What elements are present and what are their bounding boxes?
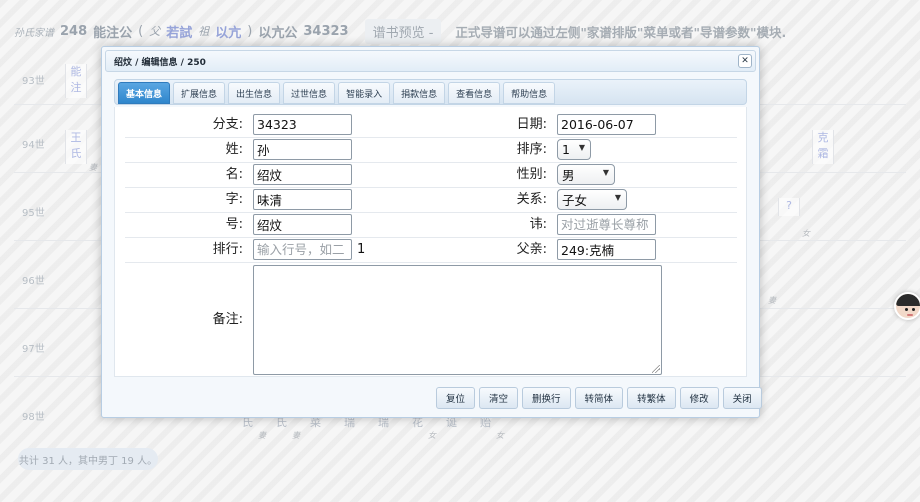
tab-death-info[interactable]: 过世信息 — [283, 82, 336, 104]
background-header: 孙氏家谱 248 能注公 ( 父 若試 祖 以亢 ) 以亢公 34323 谱书预… — [14, 14, 904, 48]
rank-label: 排行: — [212, 242, 243, 257]
gender-select[interactable]: 男 ▼ — [557, 164, 615, 185]
dialog-titlebar[interactable]: 绍炆 / 编辑信息 / 250 ✕ — [105, 50, 756, 72]
tab-donation-info[interactable]: 捐款信息 — [393, 82, 446, 104]
generation-label: 96世 — [22, 276, 45, 287]
export-notice: 正式导谱可以通过左侧"家谱排版"菜单或者"导谱参数"模块. — [455, 24, 787, 40]
tab-smart-entry[interactable]: 智能录入 — [338, 82, 391, 104]
taboo-name-input[interactable] — [557, 214, 656, 235]
assistant-avatar-icon[interactable] — [894, 292, 920, 320]
given-name-label: 名: — [225, 167, 243, 182]
family-label: 孙氏家谱 — [14, 27, 54, 39]
ancestor-prefix: 祖 — [198, 25, 210, 38]
generation-label: 93世 — [22, 76, 45, 87]
branch-input[interactable] — [253, 114, 352, 135]
lineage-name: 以亢公 — [258, 25, 298, 41]
generation-label: 97世 — [22, 344, 45, 355]
to-traditional-button[interactable]: 转繁体 — [627, 387, 676, 409]
tab-birth-info[interactable]: 出生信息 — [228, 82, 281, 104]
edit-info-dialog: 绍炆 / 编辑信息 / 250 ✕ 基本信息 扩展信息 出生信息 过世信息 智能… — [101, 46, 762, 418]
tab-extended-info[interactable]: 扩展信息 — [173, 82, 226, 104]
surname-label: 姓: — [225, 142, 243, 157]
gender-label: 性别: — [516, 167, 547, 182]
rank-input[interactable] — [253, 239, 352, 260]
generation-label: 94世 — [22, 140, 45, 151]
modify-button[interactable]: 修改 — [679, 387, 719, 409]
ancestor-link[interactable]: 以亢 — [215, 22, 241, 41]
member-count-summary: 共计 31 人，其中男丁 19 人。 — [18, 448, 158, 470]
lineage-number: 34323 — [303, 23, 349, 39]
relation-select[interactable]: 子女 ▼ — [557, 189, 627, 210]
chevron-down-icon: ▼ — [614, 193, 621, 202]
clear-button[interactable]: 清空 — [479, 387, 519, 409]
alias-input[interactable] — [253, 214, 352, 235]
tab-basic-info[interactable]: 基本信息 — [118, 82, 171, 104]
order-value: 1 — [562, 142, 570, 157]
book-preview-dropdown[interactable]: 谱书预览 - — [364, 18, 442, 44]
close-icon[interactable]: ✕ — [738, 54, 752, 68]
resize-handle-icon[interactable] — [652, 365, 660, 373]
tree-person-name[interactable]: 克霜 — [812, 130, 834, 164]
person-name: 能注公 — [93, 25, 133, 41]
relation-label: 关系: — [516, 192, 547, 207]
tab-help-info[interactable]: 帮助信息 — [503, 82, 556, 104]
spouse-tag: 妻 — [768, 296, 776, 305]
alias-label: 号: — [225, 217, 243, 232]
person-number: 248 — [60, 23, 88, 39]
daughter-tag: 女 — [802, 229, 810, 238]
generation-label: 95世 — [22, 208, 45, 219]
remove-newline-button[interactable]: 删换行 — [522, 387, 571, 409]
chevron-down-icon: ▼ — [578, 143, 585, 152]
basic-info-form: 分支: 姓: 名: 字: 号: 排行: 1 备注: 日期: 排序: 1 ▼ 性别… — [114, 107, 747, 377]
paren-close: ) — [247, 23, 253, 39]
tree-person-name[interactable]: 王氏 — [65, 130, 87, 164]
date-input[interactable] — [557, 114, 656, 135]
rank-value: 1 — [357, 242, 366, 257]
gender-value: 男 — [562, 168, 575, 183]
courtesy-name-label: 字: — [225, 192, 243, 207]
remark-textarea[interactable] — [253, 265, 662, 375]
paren-open: ( — [138, 23, 144, 39]
branch-label: 分支: — [212, 117, 243, 132]
close-button[interactable]: 关闭 — [722, 387, 762, 409]
spouse-tag: 妻 — [292, 431, 300, 440]
spouse-tag: 妻 — [258, 431, 266, 440]
spouse-tag: 妻 — [89, 163, 97, 172]
tree-person-name[interactable]: ? — [778, 198, 800, 216]
father-link[interactable]: 若試 — [166, 22, 192, 41]
dialog-tabs: 基本信息 扩展信息 出生信息 过世信息 智能录入 捐款信息 查看信息 帮助信息 — [114, 79, 747, 105]
tab-view-info[interactable]: 查看信息 — [448, 82, 501, 104]
order-label: 排序: — [516, 142, 547, 157]
to-simplified-button[interactable]: 转简体 — [574, 387, 624, 409]
dialog-button-bar: 复位 清空 删换行 转简体 转繁体 修改 关闭 — [436, 387, 762, 409]
daughter-tag: 女 — [496, 431, 504, 440]
tree-person-name[interactable]: 能注 — [65, 64, 87, 98]
given-name-input[interactable] — [253, 164, 352, 185]
date-label: 日期: — [516, 117, 547, 132]
daughter-tag: 女 — [428, 431, 436, 440]
relation-value: 子女 — [562, 193, 588, 208]
chevron-down-icon: ▼ — [602, 168, 609, 177]
surname-input[interactable] — [253, 139, 352, 160]
taboo-name-label: 讳: — [529, 217, 547, 232]
father-label: 父亲: — [516, 242, 547, 257]
generation-label: 98世 — [22, 412, 45, 423]
father-prefix: 父 — [149, 25, 161, 38]
remark-label: 备注: — [212, 312, 243, 327]
dialog-title: 绍炆 / 编辑信息 / 250 — [114, 57, 206, 68]
courtesy-name-input[interactable] — [253, 189, 352, 210]
reset-button[interactable]: 复位 — [436, 387, 476, 409]
father-input[interactable] — [557, 239, 656, 260]
order-select[interactable]: 1 ▼ — [557, 139, 591, 160]
